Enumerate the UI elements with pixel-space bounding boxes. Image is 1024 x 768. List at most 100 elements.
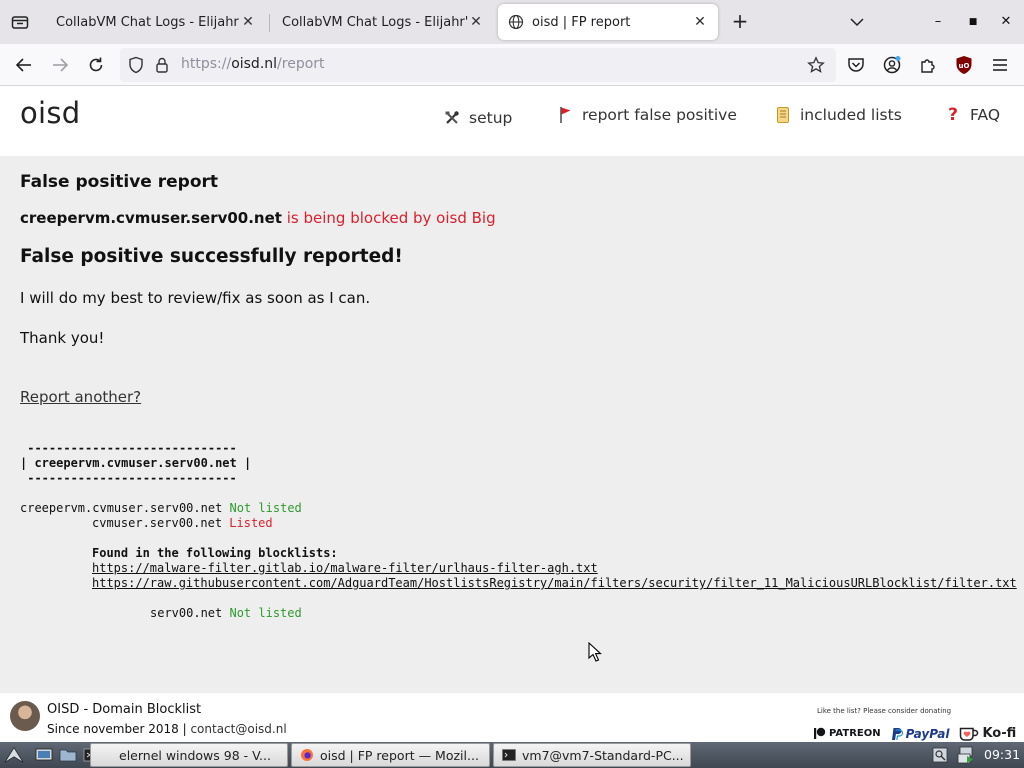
lock-icon[interactable] bbox=[150, 53, 174, 77]
url-host: oisd.nl bbox=[231, 56, 278, 72]
extensions-puzzle-icon[interactable] bbox=[916, 53, 940, 77]
firefox-icon bbox=[300, 748, 314, 762]
lookup-header: | creepervm.cvmuser.serv00.net | bbox=[20, 456, 252, 470]
lookup-domain: serv00.net bbox=[150, 606, 223, 620]
patreon-button[interactable]: PATREON bbox=[813, 727, 881, 740]
bookmark-star-icon[interactable] bbox=[804, 53, 828, 77]
kofi-cup-icon bbox=[960, 727, 979, 741]
os-taskbar: elernel windows 98 - V... oisd | FP repo… bbox=[0, 742, 1024, 768]
task-label: vm7@vm7-Standard-PC... bbox=[522, 747, 684, 763]
paypal-button[interactable]: PayPal bbox=[891, 726, 950, 741]
pocket-icon[interactable] bbox=[844, 53, 868, 77]
success-heading: False positive successfully reported! bbox=[20, 246, 403, 267]
new-tab-button[interactable]: + bbox=[728, 10, 752, 34]
blocklist-link[interactable]: https://raw.githubusercontent.com/Adguar… bbox=[92, 576, 1017, 590]
footer-title: OISD - Domain Blocklist bbox=[47, 702, 202, 717]
lookup-border-top: ----------------------------- bbox=[20, 441, 237, 455]
lookup-domain: cvmuser.serv00.net bbox=[92, 516, 223, 530]
site-logo[interactable]: oisd bbox=[20, 96, 81, 130]
tab-bar: CollabVM Chat Logs - Elijahr's ✕ CollabV… bbox=[0, 0, 1024, 44]
kofi-button[interactable]: Ko-fi bbox=[959, 726, 1016, 741]
menu-included-lists[interactable]: included lists bbox=[774, 106, 902, 124]
url-path: /report bbox=[277, 56, 325, 72]
tools-icon bbox=[443, 109, 461, 127]
lookup-status: Listed bbox=[229, 516, 273, 530]
paypal-icon bbox=[891, 727, 903, 740]
tab-title: CollabVM Chat Logs - Elijahr's bbox=[56, 14, 240, 30]
lookup-status: Not listed bbox=[229, 501, 302, 515]
thank-you-message: Thank you! bbox=[20, 329, 105, 347]
account-icon[interactable] bbox=[880, 53, 904, 77]
tab-title: CollabVM Chat Logs - Elijahr's bbox=[282, 14, 468, 30]
lookup-row: serv00.net Not listed bbox=[150, 606, 302, 620]
hamburger-menu-icon[interactable] bbox=[988, 53, 1012, 77]
taskbar-task[interactable]: elernel windows 98 - V... bbox=[90, 743, 288, 767]
folder-icon[interactable] bbox=[58, 745, 78, 765]
shield-icon[interactable] bbox=[124, 53, 148, 77]
url-bar[interactable]: https://oisd.nl/report bbox=[120, 48, 836, 82]
reload-icon[interactable] bbox=[84, 53, 108, 77]
lookup-domain: creepervm.cvmuser.serv00.net bbox=[20, 501, 223, 515]
blocked-status-line: creepervm.cvmuser.serv00.net is being bl… bbox=[20, 209, 496, 227]
red-flag-icon bbox=[556, 106, 574, 124]
desktop-icon[interactable] bbox=[34, 745, 54, 765]
tab-oisd-fp-report[interactable]: oisd | FP report ✕ bbox=[498, 4, 718, 40]
lookup-status: Not listed bbox=[229, 606, 302, 620]
task-label: oisd | FP report — Mozil... bbox=[320, 747, 479, 763]
reported-domain: creepervm.cvmuser.serv00.net bbox=[20, 209, 282, 227]
menu-setup[interactable]: setup bbox=[443, 109, 512, 127]
report-heading: False positive report bbox=[20, 172, 219, 192]
site-header: oisd setup report false positive include… bbox=[0, 86, 1024, 156]
review-message: I will do my best to review/fix as soon … bbox=[20, 289, 371, 307]
close-icon[interactable]: ✕ bbox=[240, 14, 256, 30]
footer-since: Since november 2018 | bbox=[47, 722, 187, 736]
clock: 09:31 bbox=[984, 747, 1021, 762]
back-arrow-icon[interactable] bbox=[12, 53, 36, 77]
tab-collabvm-2[interactable]: CollabVM Chat Logs - Elijahr's ✕ bbox=[272, 4, 494, 40]
blocklist-link[interactable]: https://malware-filter.gitlab.io/malware… bbox=[92, 561, 598, 575]
report-another-link[interactable]: Report another? bbox=[20, 388, 141, 406]
web-page: oisd setup report false positive include… bbox=[0, 86, 1024, 742]
tab-divider bbox=[269, 14, 270, 32]
footer-subline: Since november 2018 | contact@oisd.nl bbox=[47, 722, 287, 736]
url-scheme: https:// bbox=[181, 56, 232, 72]
lookup-row: cvmuser.serv00.net Listed bbox=[92, 516, 273, 530]
menu-included-lists-label: included lists bbox=[800, 106, 902, 124]
navigation-toolbar: https://oisd.nl/report uO bbox=[0, 44, 1024, 86]
svg-text:uO: uO bbox=[959, 62, 970, 70]
close-icon[interactable]: ✕ bbox=[692, 14, 708, 30]
search-icon[interactable] bbox=[930, 745, 950, 765]
close-window-button[interactable]: ✕ bbox=[996, 12, 1016, 32]
tab-title: oisd | FP report bbox=[532, 14, 631, 30]
task-label: elernel windows 98 - V... bbox=[119, 747, 271, 763]
tab-collabvm-1[interactable]: CollabVM Chat Logs - Elijahr's ✕ bbox=[46, 4, 266, 40]
paypal-label: PayPal bbox=[905, 726, 950, 741]
donate-note: Like the list? Please consider donating bbox=[817, 707, 952, 715]
menu-report-false-positive[interactable]: report false positive bbox=[556, 106, 737, 124]
kofi-label: Ko-fi bbox=[982, 726, 1017, 741]
taskbar-task[interactable]: vm7@vm7-Standard-PC... bbox=[493, 743, 691, 767]
close-icon[interactable]: ✕ bbox=[468, 14, 484, 30]
terminal-icon bbox=[502, 749, 516, 761]
patreon-icon bbox=[814, 727, 826, 739]
tab-manager-icon[interactable] bbox=[8, 10, 32, 34]
found-in-blocklists-label: Found in the following blocklists: bbox=[92, 546, 338, 560]
lookup-row: creepervm.cvmuser.serv00.net Not listed bbox=[20, 501, 302, 515]
start-menu-icon[interactable] bbox=[4, 745, 24, 765]
url-text[interactable]: https://oisd.nl/report bbox=[181, 56, 325, 72]
minimize-button[interactable]: – bbox=[928, 12, 948, 32]
donate-buttons: PATREON PayPal Ko-fi bbox=[813, 726, 1016, 741]
menu-report-label: report false positive bbox=[582, 106, 737, 124]
blocked-status: is being blocked by oisd Big bbox=[286, 209, 496, 227]
ublock-origin-icon[interactable]: uO bbox=[952, 53, 976, 77]
contact-email-link[interactable]: contact@oisd.nl bbox=[190, 722, 286, 736]
taskbar-task[interactable]: oisd | FP report — Mozil... bbox=[291, 743, 490, 767]
forward-arrow-icon[interactable] bbox=[48, 53, 72, 77]
network-icon[interactable] bbox=[956, 745, 976, 765]
maximize-button[interactable]: ■ bbox=[963, 12, 983, 32]
question-mark-icon: ? bbox=[948, 105, 958, 125]
menu-faq[interactable]: ? FAQ bbox=[944, 105, 1001, 125]
menu-faq-label: FAQ bbox=[970, 106, 1001, 124]
scroll-icon bbox=[774, 106, 792, 124]
chevron-down-icon[interactable] bbox=[850, 12, 874, 32]
